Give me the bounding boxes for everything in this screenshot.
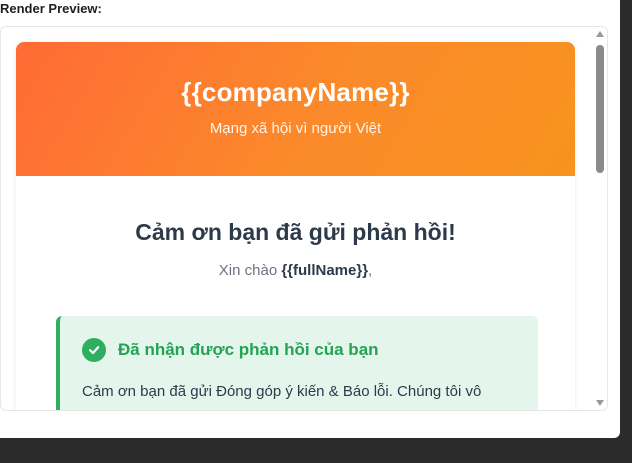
render-preview-panel: Render Preview: {{companyName}} Mạng xã … bbox=[0, 0, 620, 438]
check-circle-icon bbox=[82, 338, 106, 362]
success-text: Cảm ơn bạn đã gửi Đóng góp ý kiến & Báo … bbox=[82, 383, 482, 400]
success-header: Đã nhận được phản hồi của bạn bbox=[82, 338, 379, 362]
page: Render Preview: {{companyName}} Mạng xã … bbox=[0, 0, 632, 463]
greeting: Xin chào {{fullName}}, bbox=[16, 262, 575, 279]
preview-frame[interactable]: {{companyName}} Mạng xã hội vì người Việ… bbox=[0, 26, 608, 411]
scrollbar-thumb[interactable] bbox=[596, 45, 604, 173]
render-preview-label: Render Preview: bbox=[0, 1, 102, 16]
vertical-scrollbar[interactable] bbox=[593, 27, 607, 410]
arrow-down-icon[interactable] bbox=[596, 400, 604, 406]
greeting-prefix: Xin chào bbox=[218, 262, 282, 279]
tagline: Mạng xã hội vì người Việt bbox=[209, 120, 382, 137]
arrow-up-icon[interactable] bbox=[596, 31, 604, 37]
preview-scroll-content: {{companyName}} Mạng xã hội vì người Việ… bbox=[1, 27, 591, 410]
greeting-name: {{fullName}} bbox=[281, 262, 369, 279]
email-header: {{companyName}} Mạng xã hội vì người Việ… bbox=[16, 42, 575, 176]
greeting-suffix: , bbox=[368, 262, 373, 279]
thanks-title: Cảm ơn bạn đã gửi phản hồi! bbox=[135, 219, 456, 245]
email-body: Cảm ơn bạn đã gửi phản hồi! Xin chào {{f… bbox=[16, 176, 575, 279]
email-card: {{companyName}} Mạng xã hội vì người Việ… bbox=[16, 42, 575, 410]
success-box: Đã nhận được phản hồi của bạn Cảm ơn bạn… bbox=[56, 316, 538, 410]
company-name: {{companyName}} bbox=[181, 77, 410, 107]
success-title: Đã nhận được phản hồi của bạn bbox=[118, 340, 379, 359]
